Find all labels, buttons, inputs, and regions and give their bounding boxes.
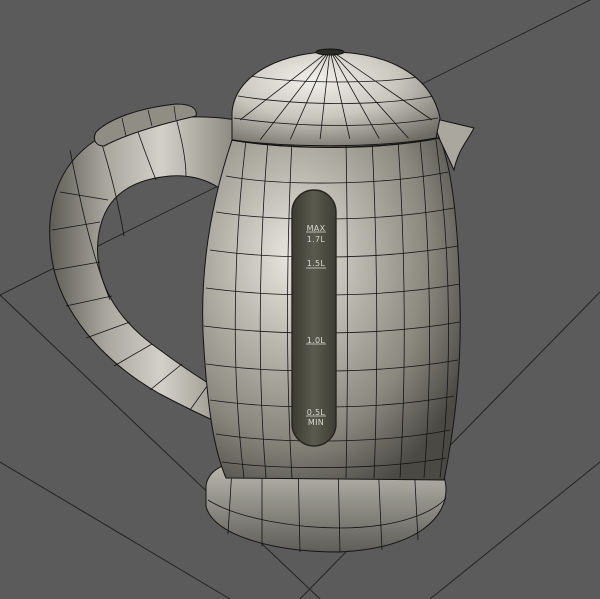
kettle-body (202, 117, 475, 481)
gauge-max-volume: 1.7L (307, 235, 326, 244)
kettle-wireframe-render: MAX 1.7L 1.5L 1.0L 0.5L MIN (0, 0, 600, 599)
gauge-mark-1-5: 1.5L (307, 259, 326, 268)
lid-top-cap (315, 48, 345, 56)
3d-viewport[interactable]: MAX 1.7L 1.5L 1.0L 0.5L MIN (0, 0, 600, 599)
gauge-mark-1-0: 1.0L (307, 336, 326, 345)
gauge-max-label: MAX (307, 224, 326, 233)
kettle-lid (231, 48, 441, 148)
gauge-min-label: MIN (308, 418, 324, 427)
water-level-window: MAX 1.7L 1.5L 1.0L 0.5L MIN (291, 189, 337, 447)
gauge-min-volume: 0.5L (307, 408, 326, 417)
